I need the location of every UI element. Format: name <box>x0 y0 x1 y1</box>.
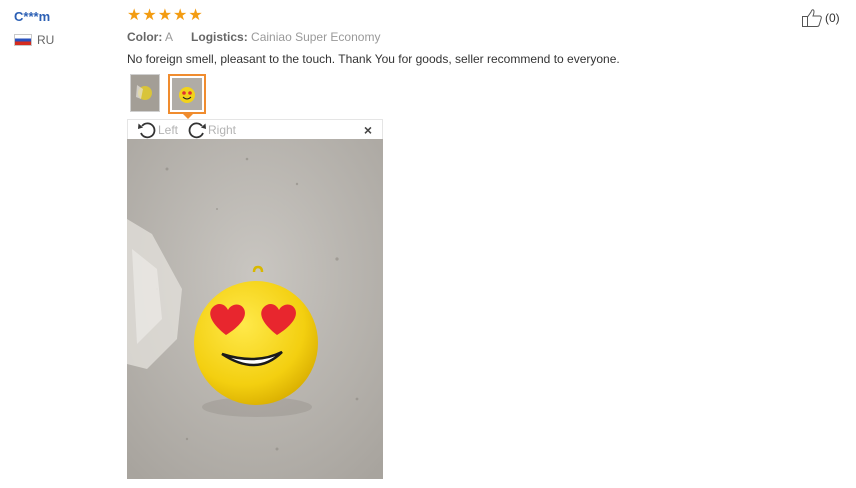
review-meta: Color: A Logistics: Cainiao Super Econom… <box>127 30 380 44</box>
russia-flag-icon <box>14 34 32 46</box>
color-label: Color: <box>127 30 163 44</box>
rotate-right-button[interactable]: Right <box>187 121 236 139</box>
reviewer-name: C***m <box>14 9 51 24</box>
logistics-label: Logistics: <box>191 30 248 44</box>
close-icon[interactable]: × <box>364 121 372 139</box>
star-icon: ★ <box>188 7 203 24</box>
thumbs-up-icon <box>802 9 822 27</box>
color-value: A <box>165 30 173 44</box>
country-code: RU <box>37 33 55 47</box>
rotate-left-icon <box>138 122 156 139</box>
rotate-right-icon <box>188 122 206 139</box>
image-viewer-toolbar: Left Right × <box>127 119 383 139</box>
photo-thumbnail-1[interactable] <box>130 74 160 112</box>
review-thumbnails <box>130 74 206 114</box>
star-icon: ★ <box>127 7 142 24</box>
star-icon: ★ <box>157 7 173 24</box>
star-rating: ★ ★ ★ ★ ★ <box>127 8 203 24</box>
rotate-left-button[interactable]: Left <box>137 121 178 139</box>
star-icon: ★ <box>173 7 188 24</box>
star-icon: ★ <box>142 7 157 24</box>
reviewer-country: RU <box>14 33 54 47</box>
rotate-right-label: Right <box>208 123 237 137</box>
helpful-button[interactable]: (0) <box>801 8 840 28</box>
photo-thumbnail-2[interactable] <box>168 74 206 114</box>
rotate-left-label: Left <box>158 123 179 137</box>
review-photo <box>127 139 383 479</box>
review-text: No foreign smell, pleasant to the touch.… <box>127 52 620 66</box>
helpful-count: (0) <box>825 11 840 25</box>
logistics-value: Cainiao Super Economy <box>251 30 381 44</box>
